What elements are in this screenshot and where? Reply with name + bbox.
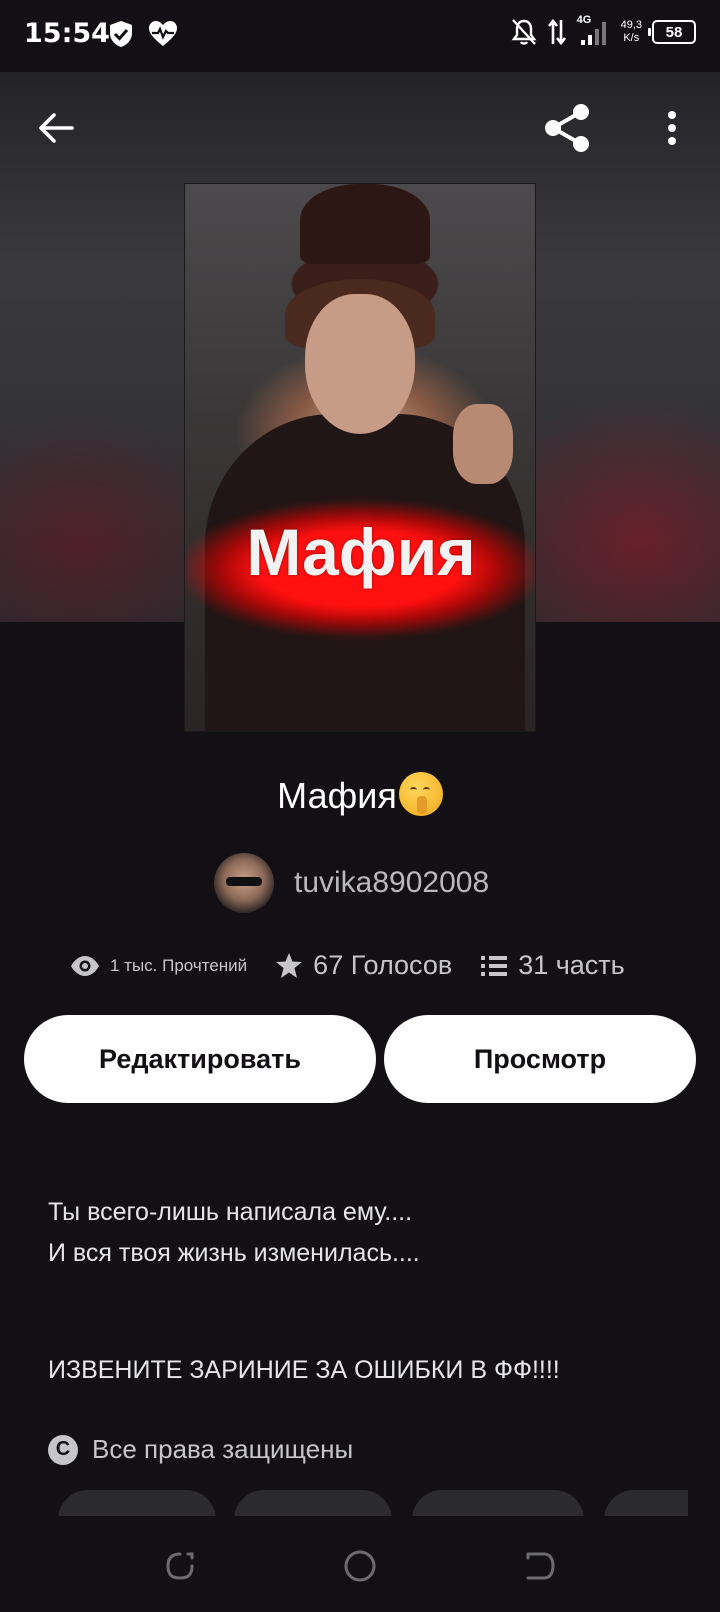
heart-pulse-icon: [149, 21, 177, 46]
shushing-face-emoji: [398, 772, 443, 816]
tag-chip[interactable]: [412, 1490, 584, 1518]
tag-chip[interactable]: [58, 1490, 216, 1518]
parts-count: 31 часть: [518, 950, 625, 980]
battery-indicator: 58: [648, 20, 696, 44]
back-nav-icon[interactable]: [522, 1548, 558, 1584]
votes-stat: 67 Голосов: [275, 950, 452, 981]
top-nav: [0, 72, 720, 182]
shield-check-icon: [110, 21, 132, 47]
tag-chip[interactable]: [234, 1490, 392, 1518]
home-icon[interactable]: [342, 1548, 378, 1584]
edit-button[interactable]: Редактировать: [24, 1015, 376, 1103]
tag-chips: [58, 1490, 688, 1518]
net-speed-unit: K/s: [623, 32, 640, 44]
arrow-left-icon: [39, 113, 74, 143]
net-speed: 49,3 K/s: [621, 19, 642, 45]
reads-count: 1 тыс. Прочтений: [110, 955, 248, 975]
story-stats: 1 тыс. Прочтений 67 Голосов 31 часть: [70, 950, 653, 981]
tag-chip[interactable]: [604, 1490, 688, 1518]
status-left-icons: [108, 20, 178, 48]
more-vertical-icon: [668, 111, 676, 145]
copyright-label: Все права защищены: [92, 1434, 354, 1464]
description-line: И вся твоя жизнь изменилась....: [48, 1239, 420, 1267]
back-button[interactable]: [26, 98, 86, 158]
copyright-icon: C: [48, 1434, 78, 1465]
description-line: Ты всего-лишь написала ему....: [48, 1198, 413, 1226]
votes-count: 67 Голосов: [313, 950, 453, 980]
eye-icon: [71, 955, 99, 976]
status-time: 15:54: [24, 18, 110, 49]
story-description: Ты всего-лишь написала ему.... И вся тво…: [48, 1192, 688, 1391]
copyright-notice: C Все права защищены: [48, 1434, 353, 1465]
more-options-button[interactable]: [642, 98, 702, 158]
star-icon: [276, 953, 303, 978]
story-title-text: Мафия: [277, 775, 397, 816]
system-nav-bar: [0, 1516, 720, 1612]
recent-apps-icon[interactable]: [162, 1548, 198, 1584]
story-cover-image[interactable]: Мафия: [184, 183, 536, 732]
cover-face: [305, 294, 415, 434]
share-button[interactable]: [538, 98, 598, 158]
data-arrows-icon: [547, 18, 566, 46]
view-button[interactable]: Просмотр: [384, 1015, 696, 1103]
cover-hat-crown: [300, 184, 430, 264]
notifications-off-icon: [511, 19, 536, 45]
share-icon: [545, 104, 589, 152]
description-line: ИЗВЕНИТЕ ЗАРИНИЕ ЗА ОШИБКИ В ФФ!!!!: [48, 1356, 560, 1384]
author-name: tuvika8902008: [294, 866, 490, 899]
battery-level: 58: [665, 23, 683, 41]
status-bar: 15:54 4G 49,3 K/s 58: [0, 0, 720, 72]
list-icon: [481, 955, 508, 976]
reads-stat: 1 тыс. Прочтений: [70, 955, 247, 977]
cover-title: Мафия: [246, 515, 476, 589]
net-speed-value: 49,3: [620, 19, 642, 31]
story-title: Мафия: [0, 772, 720, 817]
avatar: [214, 853, 274, 913]
status-right: 4G 49,3 K/s 58: [511, 14, 696, 46]
signal-4g-icon: 4G: [577, 14, 611, 46]
cover-hand: [453, 404, 513, 484]
author-link[interactable]: tuvika8902008: [214, 853, 489, 913]
parts-stat: 31 часть: [480, 950, 625, 981]
